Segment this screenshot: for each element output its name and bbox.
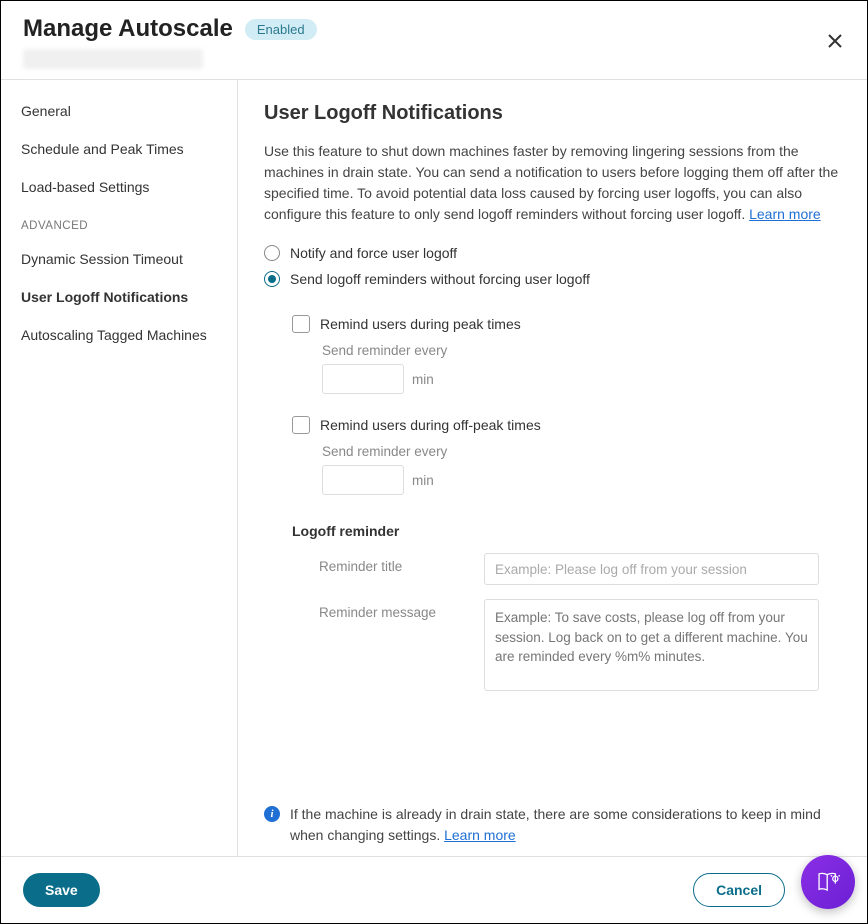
sidebar: General Schedule and Peak Times Load-bas… [1, 80, 238, 856]
radio-icon [264, 245, 280, 261]
sidebar-item-load-based[interactable]: Load-based Settings [1, 168, 237, 206]
dialog-title: Manage Autoscale [23, 15, 233, 43]
info-note: i If the machine is already in drain sta… [264, 804, 841, 846]
sidebar-item-general[interactable]: General [1, 92, 237, 130]
logoff-reminder-heading: Logoff reminder [292, 523, 841, 539]
checkbox-label: Remind users during off-peak times [320, 417, 541, 433]
info-learn-more-link[interactable]: Learn more [444, 827, 516, 843]
radio-notify-force[interactable]: Notify and force user logoff [264, 245, 841, 261]
page-description: Use this feature to shut down machines f… [264, 141, 841, 225]
info-icon: i [264, 806, 280, 822]
sidebar-item-dynamic-timeout[interactable]: Dynamic Session Timeout [1, 240, 237, 278]
checkbox-icon [292, 416, 310, 434]
radio-icon [264, 271, 280, 287]
manage-autoscale-dialog: Manage Autoscale Enabled General Schedul… [0, 0, 868, 924]
reminder-title-input[interactable] [484, 553, 819, 585]
sidebar-item-schedule[interactable]: Schedule and Peak Times [1, 130, 237, 168]
save-button[interactable]: Save [23, 873, 100, 907]
info-text: If the machine is already in drain state… [290, 806, 821, 843]
sidebar-heading-advanced: ADVANCED [1, 206, 237, 240]
main-panel: User Logoff Notifications Use this featu… [238, 80, 867, 856]
unit-label: min [412, 372, 434, 387]
sidebar-item-user-logoff[interactable]: User Logoff Notifications [1, 278, 237, 316]
page-title: User Logoff Notifications [264, 102, 841, 125]
checkbox-label: Remind users during peak times [320, 316, 521, 332]
checkbox-offpeak-row[interactable]: Remind users during off-peak times [292, 416, 841, 434]
cancel-button[interactable]: Cancel [693, 873, 785, 907]
book-lightbulb-icon [815, 869, 841, 895]
checkbox-peak-row[interactable]: Remind users during peak times [292, 315, 841, 333]
sidebar-item-tagged-machines[interactable]: Autoscaling Tagged Machines [1, 316, 237, 354]
send-reminder-label: Send reminder every [322, 343, 841, 358]
help-fab[interactable] [801, 855, 855, 909]
radio-label: Notify and force user logoff [290, 245, 457, 261]
dialog-header: Manage Autoscale Enabled [1, 1, 867, 79]
subtitle-redacted [23, 49, 203, 69]
peak-interval-input[interactable] [322, 364, 404, 394]
reminder-title-label: Reminder title [319, 553, 464, 585]
close-button[interactable] [823, 29, 847, 53]
checkbox-icon [292, 315, 310, 333]
reminder-message-input[interactable] [484, 599, 819, 691]
dialog-footer: Save Cancel [1, 856, 867, 923]
radio-send-reminders[interactable]: Send logoff reminders without forcing us… [264, 271, 841, 287]
send-reminder-label: Send reminder every [322, 444, 841, 459]
radio-label: Send logoff reminders without forcing us… [290, 271, 590, 287]
learn-more-link[interactable]: Learn more [749, 206, 821, 222]
reminder-message-label: Reminder message [319, 599, 464, 691]
unit-label: min [412, 473, 434, 488]
status-badge: Enabled [245, 19, 317, 40]
close-icon [827, 33, 843, 49]
offpeak-interval-input[interactable] [322, 465, 404, 495]
